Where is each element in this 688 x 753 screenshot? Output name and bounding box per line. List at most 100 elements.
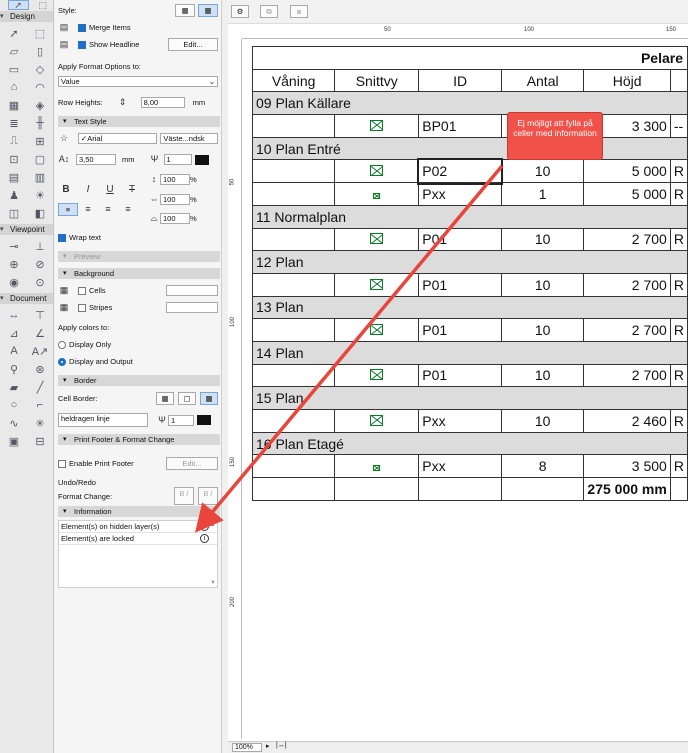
id-cell[interactable]: P02: [416, 157, 504, 185]
camera-icon[interactable]: ◉: [3, 274, 25, 290]
extra-cell[interactable]: --: [669, 114, 688, 138]
total-cell[interactable]: 275 000 mm: [583, 477, 671, 501]
window-icon[interactable]: ⊞: [29, 133, 51, 149]
redo-format-button[interactable]: B /: [198, 487, 218, 505]
show-headline-checkbox[interactable]: [78, 40, 86, 49]
beam-icon[interactable]: ▭: [3, 61, 25, 77]
style-grid-button[interactable]: ▦: [175, 4, 195, 17]
level-icon[interactable]: ⊤: [29, 307, 51, 323]
font-encoding-select[interactable]: Väste...ndsk: [160, 133, 218, 144]
polyline-icon[interactable]: ⌐: [29, 397, 51, 413]
hotspot-icon[interactable]: ✳: [29, 415, 51, 431]
enable-print-footer-checkbox[interactable]: [58, 459, 66, 468]
border-pen-input[interactable]: 1: [168, 414, 194, 426]
merge-cells-icon[interactable]: ⧉: [260, 5, 278, 18]
spot-icon[interactable]: ⊛: [29, 361, 51, 377]
apply-format-select[interactable]: Value ⌄: [58, 76, 218, 87]
zoom-field[interactable]: 100%: [232, 743, 262, 752]
border-color-swatch[interactable]: [197, 415, 211, 425]
dimension-icon[interactable]: ↔: [3, 307, 25, 323]
count-cell[interactable]: 10: [500, 409, 585, 433]
section-view-cell[interactable]: [334, 318, 420, 342]
arrow-icon[interactable]: ➚: [3, 25, 25, 41]
height-cell[interactable]: 2 460: [583, 409, 671, 433]
mesh-icon[interactable]: ▦: [3, 97, 25, 113]
section-view-cell[interactable]: [334, 159, 420, 184]
angle-icon[interactable]: ∠: [29, 325, 51, 341]
total-empty-cell[interactable]: [334, 477, 420, 501]
line-icon[interactable]: ╱: [29, 379, 51, 395]
column-icon[interactable]: ▯: [29, 43, 51, 59]
marquee-icon[interactable]: ⬚: [29, 25, 51, 41]
scroll-up-icon[interactable]: ▲: [210, 522, 216, 528]
section-view-cell[interactable]: [334, 454, 420, 479]
extra-cell[interactable]: R: [669, 227, 688, 252]
stair-icon[interactable]: ≣: [3, 115, 25, 131]
extra-cell[interactable]: R: [669, 182, 688, 206]
shell-icon[interactable]: ◠: [29, 79, 51, 95]
morph-icon[interactable]: ◈: [29, 97, 51, 113]
fit-width-icon[interactable]: |↔|: [276, 742, 287, 749]
border-all-button[interactable]: ▦: [200, 392, 218, 405]
marquee-icon[interactable]: ⬚: [33, 0, 54, 10]
border-section[interactable]: Border: [58, 375, 220, 386]
id-cell[interactable]: P01: [418, 227, 502, 252]
stripes-color-field[interactable]: [166, 302, 218, 313]
lamp-icon[interactable]: ☀: [29, 187, 51, 203]
group-name[interactable]: 10 Plan Entré: [252, 136, 688, 161]
count-cell[interactable]: 10: [500, 227, 585, 252]
font-size-input[interactable]: 3,50: [76, 154, 116, 165]
extra-cell[interactable]: R: [669, 272, 688, 297]
fill-icon[interactable]: ▰: [3, 379, 25, 395]
section-view-cell[interactable]: [334, 363, 420, 388]
total-empty-cell[interactable]: [500, 477, 585, 501]
extra-cell[interactable]: R: [669, 318, 688, 342]
line-type-select[interactable]: heldragen linje: [58, 413, 148, 427]
stripes-checkbox[interactable]: [78, 303, 86, 312]
group-name[interactable]: 15 Plan: [252, 386, 688, 410]
font-select[interactable]: ✓Arial: [77, 133, 158, 144]
column-header[interactable]: Höjd: [583, 68, 671, 93]
panel-icon[interactable]: ◫: [3, 205, 25, 221]
group-name[interactable]: 12 Plan: [252, 250, 688, 274]
count-cell[interactable]: 10: [500, 363, 585, 388]
section-view-cell[interactable]: [334, 182, 420, 206]
label-icon[interactable]: A↗: [29, 343, 51, 359]
worksheet-icon[interactable]: ⊘: [29, 256, 51, 272]
group-name[interactable]: 09 Plan Källare: [252, 91, 688, 116]
height-cell[interactable]: 5 000: [583, 182, 671, 206]
section-view-cell[interactable]: [334, 114, 420, 138]
detail-icon[interactable]: ⊕: [3, 256, 25, 272]
floor-cell[interactable]: [251, 272, 336, 297]
text-icon[interactable]: A: [3, 343, 25, 359]
wrap-text-checkbox[interactable]: [58, 233, 66, 242]
height-cell[interactable]: 2 700: [583, 272, 671, 297]
spline-icon[interactable]: ∿: [3, 415, 25, 431]
radial-icon[interactable]: ⊿: [3, 325, 25, 341]
floor-cell[interactable]: [251, 182, 336, 206]
circle-icon[interactable]: ○: [3, 397, 25, 413]
row-heights-input[interactable]: 8,00: [140, 97, 185, 108]
viewpoint-section[interactable]: Viewpoint: [0, 224, 53, 235]
background-section[interactable]: Background: [58, 268, 220, 279]
undo-format-button[interactable]: B /: [174, 487, 194, 505]
cells-checkbox[interactable]: [78, 286, 86, 295]
railing-icon[interactable]: ╫: [29, 115, 51, 131]
zone-icon[interactable]: ▥: [29, 169, 51, 185]
count-cell[interactable]: 8: [500, 454, 585, 479]
slab-icon[interactable]: ◇: [29, 61, 51, 77]
object-icon[interactable]: ♟: [3, 187, 25, 203]
scroll-down-icon[interactable]: ▼: [210, 580, 216, 586]
extra-cell[interactable]: R: [669, 454, 688, 479]
info-icon[interactable]: i: [200, 534, 209, 543]
group-name[interactable]: 16 Plan Etagé: [252, 431, 688, 456]
height-cell[interactable]: 2 700: [583, 363, 671, 388]
section-view-cell[interactable]: [334, 227, 420, 252]
count-cell[interactable]: 10: [500, 159, 585, 184]
id-cell[interactable]: Pxx: [418, 454, 502, 479]
column-header[interactable]: ID: [418, 68, 502, 93]
height-cell[interactable]: 2 700: [583, 227, 671, 252]
pen-input[interactable]: 1: [163, 154, 192, 165]
preview-section[interactable]: Preview: [58, 251, 220, 262]
section-icon[interactable]: ⊸: [3, 238, 25, 254]
